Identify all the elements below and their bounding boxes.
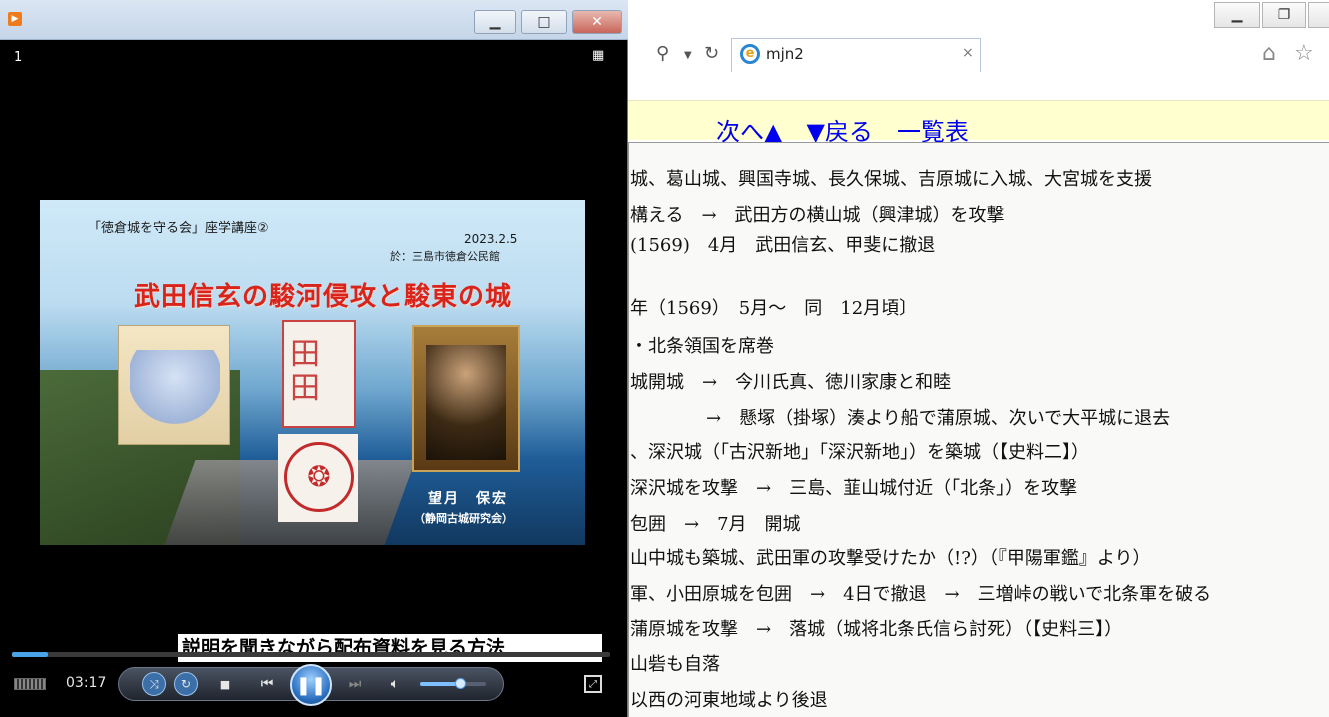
- doc-line: 城開城 → 今川氏真、徳川家康と和睦: [630, 372, 952, 393]
- browser-maximize-button[interactable]: ❐: [1262, 2, 1306, 28]
- doc-line: 、深沢城（「古沢新地」「深沢新地」）を築城（【史料二】）: [630, 442, 1089, 463]
- elapsed-time: 03:17: [66, 675, 107, 691]
- doc-line: 深沢城を攻撃 → 三島、韮山城付近（「北条」）を攻撃: [630, 478, 1078, 499]
- doc-line: 軍、小田原城を包囲 → 4日で撤退 → 三増峠の戦いで北条軍を破る: [630, 584, 1212, 605]
- seek-bar-progress: [12, 652, 48, 657]
- doc-line: 山砦も自落: [630, 654, 720, 675]
- doc-line: 城、葛山城、興国寺城、長久保城、吉原城に入城、大宮城を支援: [630, 169, 1152, 190]
- portrait-figure-left: [130, 350, 220, 440]
- doc-line: 包囲 → 7月 開城: [630, 514, 801, 535]
- fullscreen-icon[interactable]: ⤢: [584, 675, 602, 693]
- doc-line: (1569) 4月 武田信玄、甲斐に撤退: [630, 235, 936, 256]
- player-close-button[interactable]: ✕: [572, 10, 622, 34]
- doc-line: 構える → 武田方の横山城（興津城）を攻撃: [630, 205, 1005, 226]
- pause-icon[interactable]: ❚❚: [290, 664, 332, 706]
- volume-icon[interactable]: 🔈︎: [384, 674, 406, 694]
- next-icon[interactable]: ⏭: [340, 674, 370, 694]
- portrait-figure-right: [426, 345, 506, 460]
- slide-lecture-series: 「徳倉城を守る会」座学講座②: [88, 221, 269, 236]
- doc-line: 以西の河東地域より後退: [630, 690, 828, 711]
- doc-line: 山中城も築城、武田軍の攻撃受けたか（!?）（『甲陽軍鑑』より）: [630, 548, 1151, 569]
- player-maximize-button[interactable]: □: [521, 10, 567, 34]
- volume-slider-thumb[interactable]: [455, 678, 466, 689]
- chevron-down-icon[interactable]: ▼: [684, 50, 692, 61]
- caption-overlay: 説明を聞きながら配布資料を見る方法: [177, 633, 603, 663]
- star-icon[interactable]: ☆: [1294, 41, 1314, 66]
- search-icon[interactable]: ⚲: [656, 43, 669, 64]
- dragon-seal-icon: ❂: [284, 442, 354, 512]
- slide-affiliation: （静岡古城研究会）: [414, 512, 513, 525]
- track-number: 1: [14, 50, 23, 65]
- slide-speaker: 望月 保宏: [428, 491, 508, 507]
- grip-icon: [14, 678, 46, 690]
- tab-title: mjn2: [766, 45, 804, 63]
- browser-minimize-button[interactable]: ▁: [1214, 2, 1260, 28]
- ie-logo-icon: e: [740, 44, 760, 64]
- shuffle-icon[interactable]: ⤨: [142, 672, 166, 696]
- slide-date: 2023.2.5: [464, 232, 518, 246]
- doc-line: 年（1569） 5月～ 同 12月頃〕: [630, 298, 918, 319]
- media-player-app-icon: ▶: [8, 12, 22, 26]
- doc-line: ・北条領国を席巻: [630, 336, 774, 357]
- seal-glyph-top: ⽥⽥: [290, 337, 320, 406]
- switch-to-library-icon[interactable]: ▦: [592, 48, 604, 63]
- tab-close-icon[interactable]: ×: [962, 45, 974, 61]
- volume-slider-fill: [420, 682, 460, 686]
- stop-icon[interactable]: ■: [215, 674, 235, 694]
- slide-venue: 於：三島市徳倉公民館: [390, 250, 500, 263]
- seek-bar[interactable]: [12, 652, 610, 657]
- player-minimize-button[interactable]: ▁: [474, 10, 516, 34]
- browser-close-button[interactable]: [1308, 2, 1329, 28]
- repeat-icon[interactable]: ↻: [174, 672, 198, 696]
- doc-line: 蒲原城を攻撃 → 落城（城将北条氏信ら討死）（【史料三】）: [630, 619, 1123, 640]
- refresh-icon[interactable]: ↻: [704, 43, 719, 64]
- slide-title: 武田信玄の駿河侵攻と駿東の城: [134, 282, 513, 312]
- doc-line: → 懸塚（掛塚）湊より船で蒲原城、次いで大平城に退去: [706, 408, 1171, 429]
- previous-icon[interactable]: ⏮: [252, 674, 282, 694]
- media-player-window: ▶ ▁ □ ✕ 1 ▦ 「徳倉城を守る会」座学講座② 2023.2.5 於：三島…: [0, 0, 628, 717]
- home-icon[interactable]: ⌂: [1262, 41, 1276, 66]
